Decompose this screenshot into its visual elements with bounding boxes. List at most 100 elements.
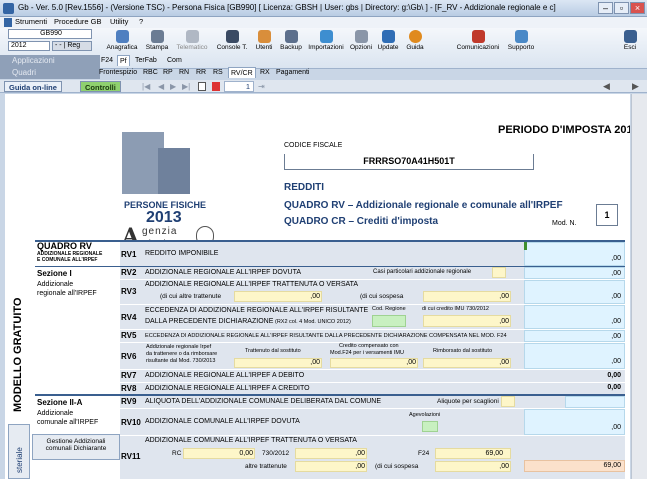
tab-rbc[interactable]: RBC (141, 67, 160, 78)
importazioni-button[interactable]: Importazioni (305, 30, 347, 57)
tab-rs[interactable]: RS (211, 67, 225, 78)
rv11-f24-value: 69,00 (485, 450, 503, 457)
console-button[interactable]: Console T. (213, 30, 251, 57)
codice-fiscale-field[interactable]: FRRRSO70A41H501T (284, 154, 534, 170)
menu-help[interactable]: ? (139, 17, 143, 26)
rv6-field[interactable] (524, 343, 625, 369)
rv1-code: RV1 (121, 250, 137, 259)
rv9-sub: Aliquote per scaglioni (437, 398, 499, 405)
rv9-scaglioni-field[interactable] (501, 396, 515, 407)
scroll-left-icon[interactable]: ◀ (603, 81, 610, 92)
menu-procedure-gb[interactable]: Procedure GB (54, 17, 102, 26)
tab-terfab[interactable]: TerFab (133, 55, 159, 66)
supporto-button[interactable]: Supporto (503, 30, 539, 57)
anagrafica-button[interactable]: Anagrafica (104, 30, 140, 57)
rv6-v2: ,00 (406, 359, 416, 366)
telematico-button[interactable]: Telematico (174, 30, 210, 57)
rv6-c2b: Mod.F24 per i versamenti IMU (330, 350, 404, 356)
mod-n-field[interactable]: 1 (596, 204, 618, 226)
codice-fiscale-label: CODICE FISCALE (284, 142, 343, 149)
rv11-730-value: ,00 (355, 450, 365, 457)
restore-button[interactable]: ▫ (614, 2, 629, 14)
rv4-desc2b: (RX2 col. 4 Mod. UNICO 2012) (275, 319, 351, 325)
menu-strumenti[interactable]: Strumenti (15, 17, 47, 26)
utenti-button[interactable]: Utenti (252, 30, 276, 57)
rv10-desc: ADDIZIONALE COMUNALE ALL'IRPEF DOVUTA (145, 418, 300, 425)
tab-pf[interactable]: Pf (117, 55, 130, 66)
vertical-scrollbar[interactable] (631, 94, 647, 479)
update-button[interactable]: Update (375, 30, 401, 57)
popup-line2: comunali Dichiarante (45, 445, 107, 452)
rv11-f24-label: F24 (418, 450, 430, 457)
scroll-right-icon[interactable]: ▶ (632, 81, 639, 92)
rv1-desc: REDDITO IMPONIBILE (145, 250, 219, 257)
delete-page-icon[interactable] (212, 82, 220, 91)
gear-icon (354, 30, 368, 43)
first-page-icon[interactable]: |◀ (142, 82, 150, 91)
periodo-title: PERIODO D'IMPOSTA 2012 (498, 124, 630, 136)
opzioni-button[interactable]: Opzioni (348, 30, 374, 57)
prev-page-icon[interactable]: ◀ (158, 82, 164, 91)
region-combo[interactable]: - - | Reg (52, 41, 92, 51)
tab-rr[interactable]: RR (194, 67, 208, 78)
controlli-button[interactable]: Controlli (80, 81, 121, 92)
esci-button[interactable]: Esci (618, 30, 642, 57)
tab-rx[interactable]: RX (258, 67, 272, 78)
mod-n-label: Mod. N. (552, 220, 577, 227)
update-icon (381, 30, 395, 43)
tab-f24[interactable]: F24 (99, 55, 115, 66)
last-page-icon[interactable]: ▶| (182, 82, 190, 91)
modello-gratuito-label: MODELLO GRATUITO (12, 297, 24, 412)
tab-pagamenti[interactable]: Pagamenti (274, 67, 311, 78)
rv9-field[interactable] (565, 396, 625, 408)
rv6-v1: ,00 (310, 359, 320, 366)
comunicazioni-button[interactable]: Comunicazioni (455, 30, 501, 57)
rv4-cod-regione-field[interactable] (372, 315, 406, 327)
rv11-value: 69,00 (603, 462, 621, 469)
monitor-icon (225, 30, 239, 43)
rv2-sub: Casi particolari addizionale regionale (373, 269, 472, 275)
close-button[interactable]: × (630, 2, 645, 14)
quadri-panel[interactable]: Quadri (0, 67, 100, 79)
exit-icon (623, 30, 637, 43)
side-tab[interactable]: steriale (8, 424, 30, 479)
menu-bar: Strumenti Procedure GB Utility ? (0, 17, 647, 28)
rv10-agevolazioni-field[interactable] (422, 421, 438, 432)
guida-button[interactable]: Guida (403, 30, 427, 57)
menu-app-icon[interactable] (4, 18, 12, 27)
form-document: PERSONE FISICHE 2013 A genzia ntrate PER… (5, 94, 630, 479)
gestione-addizionali-button[interactable]: Gestione Addizionali comunali Dichiarant… (32, 434, 120, 460)
minimize-button[interactable]: – (598, 2, 613, 14)
side-tab-label: steriale (15, 447, 24, 473)
page-number-field[interactable]: 1 (224, 81, 254, 92)
rv2-code: RV2 (121, 268, 137, 277)
people-icon (471, 30, 485, 43)
rv4-field[interactable] (524, 305, 625, 329)
goto-page-icon[interactable]: ⇥ (258, 82, 265, 91)
tab-rn[interactable]: RN (177, 67, 191, 78)
guida-online-button[interactable]: Guida on-line (4, 81, 62, 92)
year-combo[interactable]: 2012 (8, 41, 50, 51)
tab-frontespizio[interactable]: Frontespizio (97, 67, 139, 78)
tab-rp[interactable]: RP (161, 67, 175, 78)
rv1-field[interactable] (524, 242, 625, 266)
menu-utility[interactable]: Utility (110, 17, 128, 26)
rv3-desc: ADDIZIONALE REGIONALE ALL'IRPEF TRATTENU… (145, 281, 359, 288)
rv2-casi-field[interactable] (492, 267, 506, 278)
next-page-icon[interactable]: ▶ (170, 82, 176, 91)
backup-button[interactable]: Backup (278, 30, 304, 57)
applicazioni-panel[interactable]: Applicazioni (0, 55, 100, 67)
stampa-button[interactable]: Stampa (142, 30, 172, 57)
rv11-desc: ADDIZIONALE COMUNALE ALL'IRPEF TRATTENUT… (145, 437, 357, 444)
rv6-d2: da trattenere o da rimborsare (146, 351, 218, 357)
new-page-icon[interactable] (198, 82, 206, 91)
window-title: Gb - Ver. 5.0 [Rev.1556] - (Versione TSC… (18, 3, 556, 12)
rv3-field[interactable] (524, 280, 625, 304)
pf-logo: PERSONE FISICHE 2013 (122, 132, 206, 226)
model-combo[interactable]: GB990 (8, 29, 92, 39)
tab-com[interactable]: Com (165, 55, 184, 66)
tab-rv-cr[interactable]: RV/CR (228, 67, 256, 78)
rv3-altre-value: ,00 (310, 293, 320, 300)
rv11-rc-value: 0,00 (239, 450, 253, 457)
rv10-field[interactable] (524, 409, 625, 435)
